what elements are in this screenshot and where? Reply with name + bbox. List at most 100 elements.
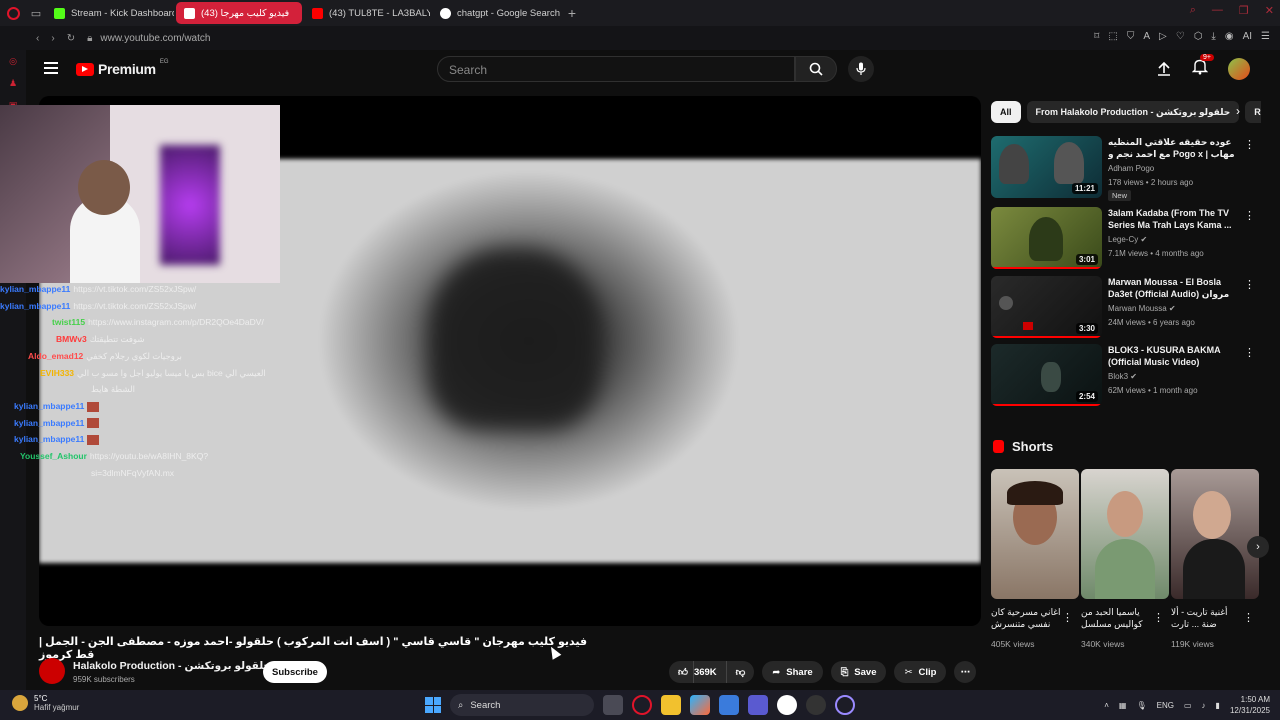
close-icon[interactable]: ✕ <box>1265 4 1274 17</box>
camera-icon[interactable]: ◉ <box>1225 31 1234 42</box>
chips-next-icon[interactable]: › <box>1236 104 1240 118</box>
network-icon[interactable]: ▭ <box>1184 701 1192 710</box>
recommendation-item[interactable]: 3:01 3alam Kadaba (From The TV Series Ma… <box>991 207 1261 275</box>
channel-name[interactable]: Halakolo Production - حلقولو بروتكشن ✔ <box>73 660 281 672</box>
subscribe-button[interactable]: Subscribe <box>263 661 327 683</box>
more-options-icon[interactable]: ⋮ <box>1244 346 1255 359</box>
tab-youtube-active[interactable]: فيديو كليب مهرجا (43) <box>176 2 302 24</box>
file-explorer-icon[interactable] <box>661 695 681 715</box>
more-options-icon[interactable]: ⋮ <box>1244 138 1255 151</box>
clock[interactable]: 1:50 AM 12/31/2025 <box>1230 694 1270 716</box>
share-button[interactable]: ➦ Share <box>762 661 823 683</box>
save-button[interactable]: ⎘ Save <box>830 661 887 683</box>
short-thumbnail[interactable] <box>991 469 1079 599</box>
bookmark-icon[interactable]: ⌑ <box>1094 31 1099 42</box>
recommendation-thumbnail[interactable]: 3:30 <box>991 276 1102 338</box>
opera-app-icon[interactable] <box>632 695 652 715</box>
tab-google[interactable]: chatgpt - Google Search <box>432 2 560 24</box>
minimize-icon[interactable]: — <box>1212 4 1223 17</box>
short-title[interactable]: ياسميا الحبد من كواليس مسلسل <box>1081 606 1155 630</box>
recommendation-thumbnail[interactable]: 11:21 <box>991 136 1102 198</box>
new-tab-icon[interactable]: + <box>562 3 582 23</box>
like-button[interactable]: 👍︎ 369K <box>669 661 726 683</box>
heart-icon[interactable]: ♡ <box>1176 31 1185 42</box>
play-icon[interactable]: ▷ <box>1159 31 1167 42</box>
more-options-icon[interactable]: ⋮ <box>1244 209 1255 222</box>
menu-icon[interactable]: ☰ <box>1261 31 1270 42</box>
recommendation-channel[interactable]: Blok3 ✔ <box>1108 372 1137 381</box>
shield-icon[interactable]: ⛉ <box>1127 31 1135 42</box>
tray-app-icon[interactable]: ▦ <box>1119 701 1127 710</box>
chat-line: kylian_mbappe11 <box>0 431 330 448</box>
extensions-icon[interactable]: ⬡ <box>1194 31 1203 42</box>
taskbar-search[interactable]: ⌕ Search <box>450 694 594 716</box>
mic-tray-icon[interactable]: 🎙︎ <box>1136 701 1146 710</box>
more-options-icon[interactable]: ⋮ <box>1062 611 1073 624</box>
search-button[interactable] <box>795 56 837 82</box>
notifications-button[interactable]: 9+ <box>1191 54 1214 80</box>
task-view-icon[interactable] <box>603 695 623 715</box>
hamburger-menu-icon[interactable] <box>44 62 58 74</box>
short-title[interactable]: أغنية تاريت - ألا ضنة ... تارت <box>1171 606 1245 630</box>
dislike-button[interactable]: 👎︎ <box>725 661 755 683</box>
voice-search-button[interactable] <box>848 56 874 82</box>
search-tabs-icon[interactable]: ⌕ <box>1190 4 1196 17</box>
download-icon[interactable]: ⤓ <box>1211 31 1215 42</box>
store-icon[interactable] <box>719 695 739 715</box>
recommendation-channel[interactable]: Lege-Cy ✔ <box>1108 235 1147 244</box>
tab-youtube[interactable]: (43) TUL8TE - LA3BALY I <box>304 2 430 24</box>
chip-all[interactable]: All <box>991 101 1021 123</box>
sidebar-user-icon[interactable]: ♟ <box>0 72 26 94</box>
short-title[interactable]: اغاني مسرحية كان نفسي متنسرش <box>991 606 1065 630</box>
url-field[interactable]: www.youtube.com/watch <box>100 33 210 44</box>
chip-related[interactable]: Related <box>1245 101 1261 123</box>
recommendation-item[interactable]: 2:54 BLOK3 - KUSURA BAKMA (Official Musi… <box>991 344 1261 412</box>
app-icon[interactable] <box>835 695 855 715</box>
battery-icon[interactable]: ▮ <box>1216 701 1220 710</box>
upload-icon[interactable] <box>1156 61 1172 77</box>
channel-avatar[interactable] <box>39 658 65 684</box>
youtube-logo[interactable]: Premium EG <box>76 59 168 77</box>
reload-icon[interactable]: ↻ <box>67 33 75 44</box>
recommendation-item[interactable]: 11:21 عوده حقيقه علاقتي المنظيه مع احمد … <box>991 136 1261 204</box>
more-actions-button[interactable]: ⋯ <box>954 661 977 683</box>
maximize-icon[interactable]: ❐ <box>1239 4 1249 17</box>
short-thumbnail[interactable] <box>1171 469 1259 599</box>
recommendation-thumbnail[interactable]: 2:54 <box>991 344 1102 406</box>
shorts-next-button[interactable]: › <box>1247 536 1269 558</box>
weather-widget[interactable]: 5°C Hafif yağmur <box>12 694 79 712</box>
copilot-icon[interactable] <box>690 695 710 715</box>
music-app-icon[interactable] <box>777 695 797 715</box>
recommendation-channel[interactable]: Adham Pogo <box>1108 164 1154 173</box>
teams-icon[interactable] <box>748 695 768 715</box>
recommendation-thumbnail[interactable]: 3:01 <box>991 207 1102 269</box>
more-options-icon[interactable]: ⋮ <box>1153 611 1164 624</box>
account-avatar[interactable] <box>1228 58 1250 80</box>
recommendation-item[interactable]: 3:30 Marwan Moussa - El Bosla Da3et (Off… <box>991 276 1261 344</box>
recommendation-title[interactable]: عوده حقيقه علاقتي المنظيه مع احمد نجم و … <box>1108 136 1240 160</box>
recommendation-title[interactable]: 3alam Kadaba (From The TV Series Ma Trah… <box>1108 207 1240 231</box>
recommendation-title[interactable]: BLOK3 - KUSURA BAKMA (Official Music Vid… <box>1108 344 1240 368</box>
volume-icon[interactable]: ♪ <box>1202 701 1206 710</box>
chevron-up-icon[interactable]: ˄ <box>1104 701 1109 710</box>
search-input[interactable]: Search <box>437 56 795 82</box>
more-options-icon[interactable]: ⋮ <box>1244 278 1255 291</box>
language-indicator[interactable]: ENG <box>1157 701 1174 710</box>
forward-icon[interactable]: › <box>51 33 54 44</box>
clip-button[interactable]: ✂ Clip <box>894 661 947 683</box>
opera-logo-icon[interactable] <box>0 0 26 26</box>
snapshot-icon[interactable]: ⬚ <box>1108 31 1117 42</box>
back-icon[interactable]: ‹ <box>36 33 39 44</box>
tab-menu-icon[interactable]: ▭ <box>26 3 46 23</box>
windows-start-icon[interactable] <box>425 697 441 713</box>
recommendation-channel[interactable]: Marwan Moussa ✔ <box>1108 304 1176 313</box>
short-thumbnail[interactable] <box>1081 469 1169 599</box>
more-options-icon[interactable]: ⋮ <box>1243 611 1254 624</box>
recommendation-title[interactable]: Marwan Moussa - El Bosla Da3et (Official… <box>1108 276 1240 300</box>
obs-icon[interactable] <box>806 695 826 715</box>
chip-from-channel[interactable]: From Halakolo Production - حلقولو بروتكش… <box>1026 101 1240 123</box>
translate-icon[interactable]: A <box>1143 31 1150 42</box>
tab-kick[interactable]: Stream - Kick Dashboard <box>46 2 174 24</box>
ai-button[interactable]: AI <box>1243 31 1252 42</box>
sidebar-aria-icon[interactable]: ◎ <box>0 50 26 72</box>
